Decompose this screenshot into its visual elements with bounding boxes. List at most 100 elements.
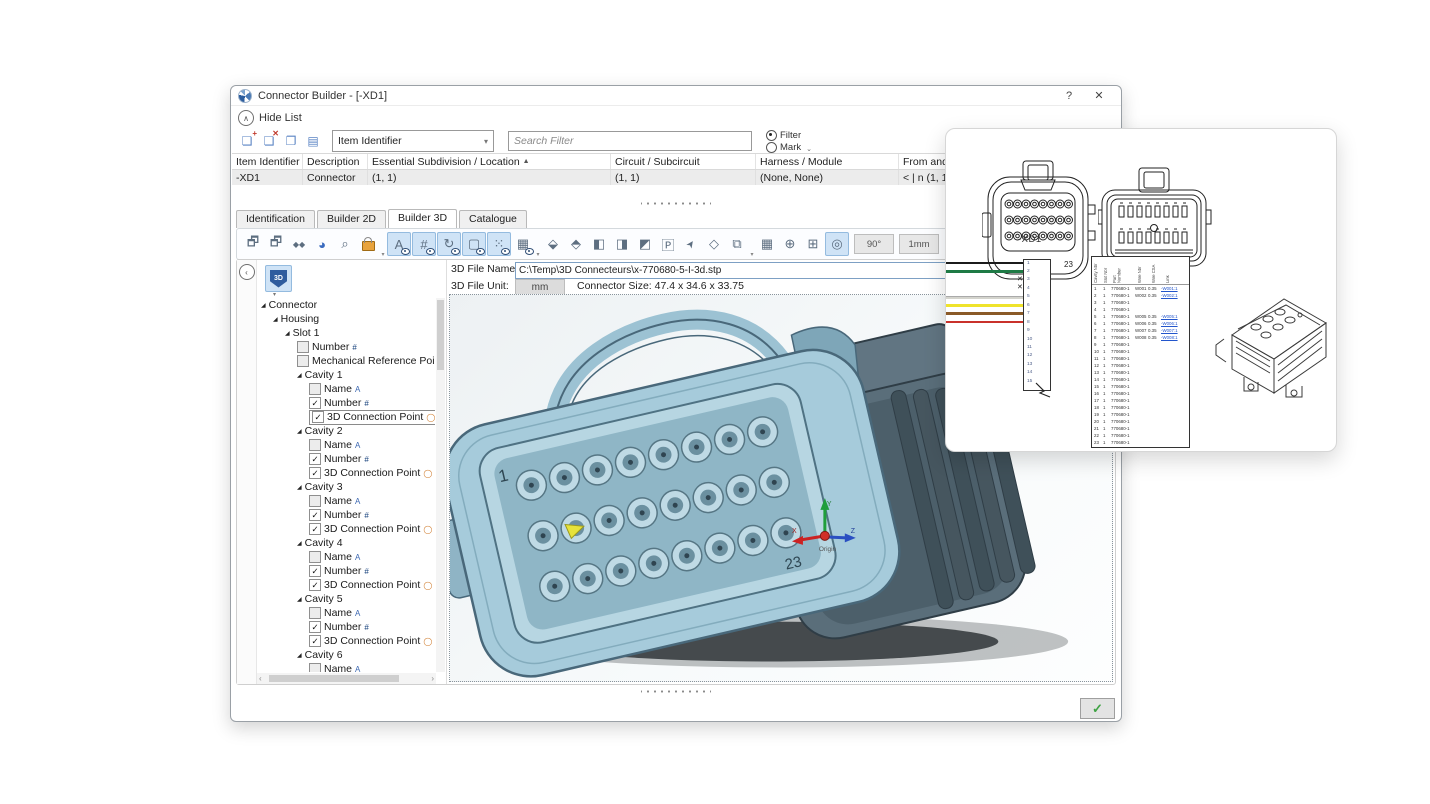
rotation-visibility-icon[interactable]: ↻ bbox=[437, 232, 461, 256]
row-cell-1[interactable]: Connector bbox=[303, 170, 368, 185]
checkbox-name[interactable] bbox=[309, 663, 321, 672]
show-connector-icon[interactable]: 🗗 bbox=[242, 233, 264, 255]
tree-node-connector[interactable]: ◢Connector bbox=[259, 298, 435, 312]
tree-node-name[interactable]: NameA bbox=[259, 438, 435, 452]
mark-radio[interactable]: Mark⌄ bbox=[766, 142, 812, 153]
tree-node-cavity-6[interactable]: ◢Cavity 6 bbox=[259, 648, 435, 662]
checkbox-number[interactable]: ✓ bbox=[309, 509, 321, 521]
checkbox-number[interactable]: ✓ bbox=[309, 621, 321, 633]
expand-triangle-icon[interactable]: ◢ bbox=[297, 540, 302, 547]
tree-node-name[interactable]: NameA bbox=[259, 606, 435, 620]
lock-icon[interactable] bbox=[357, 233, 379, 255]
tree-node-3d-connection-point[interactable]: ✓3D Connection Point◯ bbox=[259, 634, 435, 648]
tree-node-mechanical-reference-point[interactable]: Mechanical Reference Point▣ bbox=[259, 354, 435, 368]
cube-stack-icon[interactable]: ⧉ bbox=[726, 233, 748, 255]
help-button[interactable]: ? bbox=[1054, 87, 1084, 104]
checkbox-number[interactable] bbox=[297, 341, 309, 353]
tree-node-cavity-1[interactable]: ◢Cavity 1 bbox=[259, 368, 435, 382]
collapse-list-icon[interactable]: ∧ bbox=[238, 110, 254, 126]
checkbox-3d-connection-point[interactable]: ✓ bbox=[309, 635, 321, 647]
row-cell-3[interactable]: (1, 1) bbox=[611, 170, 756, 185]
add-connector-view-icon[interactable]: 🗗 bbox=[265, 233, 287, 255]
search-input[interactable] bbox=[508, 131, 752, 151]
checkbox-name[interactable] bbox=[309, 551, 321, 563]
filter-field-dropdown[interactable]: Item Identifier ▾ bbox=[332, 130, 494, 152]
close-button[interactable]: ✕ bbox=[1084, 87, 1114, 104]
micro-cell[interactable]: -W001:1 bbox=[1161, 285, 1183, 292]
view-front-icon[interactable]: ⬙ bbox=[542, 233, 564, 255]
view-right-icon[interactable]: ◨ bbox=[611, 233, 633, 255]
ok-button[interactable]: ✓ bbox=[1080, 698, 1115, 719]
tab-catalogue[interactable]: Catalogue bbox=[459, 210, 527, 228]
view-iso-icon[interactable]: ◩ bbox=[634, 233, 656, 255]
micro-cell[interactable]: -W005:1 bbox=[1161, 313, 1183, 320]
tree-node-3d-connection-point[interactable]: ✓3D Connection Point◯ bbox=[259, 410, 435, 424]
tab-identification[interactable]: Identification bbox=[236, 210, 315, 228]
bottom-splitter[interactable] bbox=[231, 689, 1121, 694]
expand-triangle-icon[interactable]: ◢ bbox=[273, 316, 278, 323]
tree-node-number[interactable]: Number# bbox=[259, 340, 435, 354]
checkbox-3d-connection-point[interactable]: ✓ bbox=[309, 579, 321, 591]
filter-radio[interactable]: Filter bbox=[766, 130, 812, 141]
toolbar-group-overflow-icon[interactable]: ▾ bbox=[749, 228, 755, 260]
tab-builder-2d[interactable]: Builder 2D bbox=[317, 210, 386, 228]
toolbar-group-overflow-icon[interactable]: ▾ bbox=[380, 228, 386, 260]
view-back-icon[interactable]: ⬘ bbox=[565, 233, 587, 255]
copy-item-icon[interactable]: ❐ bbox=[282, 132, 300, 150]
tree-node-number[interactable]: ✓Number# bbox=[259, 452, 435, 466]
toolbar-group-overflow-icon[interactable]: ▾ bbox=[535, 228, 541, 260]
tree-node-housing[interactable]: ◢Housing bbox=[259, 312, 435, 326]
points-visibility-icon[interactable]: ⁙ bbox=[487, 232, 511, 256]
tree-horizontal-scrollbar[interactable]: ‹› bbox=[257, 673, 436, 684]
tree-node-3d-connection-point[interactable]: ✓3D Connection Point◯ bbox=[259, 466, 435, 480]
snap-box-icon[interactable]: ⊞ bbox=[802, 233, 824, 255]
checkbox-name[interactable] bbox=[309, 495, 321, 507]
view-left-icon[interactable]: ◧ bbox=[588, 233, 610, 255]
collapse-tree-icon[interactable]: ‹ bbox=[239, 264, 255, 280]
number-visibility-icon[interactable]: # bbox=[412, 232, 436, 256]
hide-list-label[interactable]: Hide List bbox=[259, 112, 302, 124]
compare-icon[interactable]: ◆◆ bbox=[288, 233, 310, 255]
checkbox-name[interactable] bbox=[309, 383, 321, 395]
checkbox-3d-connection-point[interactable]: ✓ bbox=[312, 411, 324, 423]
remove-item-icon[interactable]: ❏✕ bbox=[260, 132, 278, 150]
checkbox-3d-connection-point[interactable]: ✓ bbox=[309, 467, 321, 479]
checkbox-number[interactable]: ✓ bbox=[309, 565, 321, 577]
expand-triangle-icon[interactable]: ◢ bbox=[285, 330, 290, 337]
tree-node-name[interactable]: NameA bbox=[259, 382, 435, 396]
column-header-2[interactable]: Essential Subdivision / Location▲ bbox=[368, 154, 611, 169]
expand-triangle-icon[interactable]: ◢ bbox=[297, 428, 302, 435]
tree-toolbar-overflow-icon[interactable]: ▾ bbox=[273, 291, 276, 298]
title-bar[interactable]: Connector Builder - [-XD1] ? ✕ bbox=[231, 86, 1121, 106]
tree-node-slot-1[interactable]: ◢Slot 1 bbox=[259, 326, 435, 340]
checkbox-name[interactable] bbox=[309, 607, 321, 619]
expand-triangle-icon[interactable]: ◢ bbox=[261, 302, 266, 309]
inspect-model-icon[interactable]: ⌕ bbox=[334, 233, 356, 255]
material-icon[interactable]: ◕ bbox=[311, 233, 333, 255]
checkbox-name[interactable] bbox=[309, 439, 321, 451]
grid-icon[interactable]: ▦ bbox=[756, 233, 778, 255]
row-cell-2[interactable]: (1, 1) bbox=[368, 170, 611, 185]
tree-node-cavity-5[interactable]: ◢Cavity 5 bbox=[259, 592, 435, 606]
tree-node-number[interactable]: ✓Number# bbox=[259, 396, 435, 410]
tree-vertical-scrollbar[interactable] bbox=[436, 298, 445, 672]
snap-center-icon[interactable]: ⊕ bbox=[779, 233, 801, 255]
tree-node-3d-connection-point[interactable]: ✓3D Connection Point◯ bbox=[259, 522, 435, 536]
paste-item-icon[interactable]: ▤ bbox=[304, 132, 322, 150]
expand-triangle-icon[interactable]: ◢ bbox=[297, 652, 302, 659]
tree-node-cavity-4[interactable]: ◢Cavity 4 bbox=[259, 536, 435, 550]
expand-triangle-icon[interactable]: ◢ bbox=[297, 596, 302, 603]
pointer-icon[interactable]: ➤ bbox=[680, 233, 702, 255]
expand-triangle-icon[interactable]: ◢ bbox=[297, 484, 302, 491]
add-item-icon[interactable]: ❏+ bbox=[238, 132, 256, 150]
mode-3d-button[interactable]: 3D bbox=[265, 265, 292, 292]
tree-node-name[interactable]: NameA bbox=[259, 550, 435, 564]
tree-node-number[interactable]: ✓Number# bbox=[259, 564, 435, 578]
micro-cell[interactable]: -W002:1 bbox=[1161, 292, 1183, 299]
checkbox-mechanical-reference-point[interactable] bbox=[297, 355, 309, 367]
rotation-step-field[interactable]: 90° bbox=[854, 234, 894, 254]
expand-triangle-icon[interactable]: ◢ bbox=[297, 372, 302, 379]
tree-node-number[interactable]: ✓Number# bbox=[259, 508, 435, 522]
tree-node-name[interactable]: NameA bbox=[259, 494, 435, 508]
checkbox-number[interactable]: ✓ bbox=[309, 453, 321, 465]
